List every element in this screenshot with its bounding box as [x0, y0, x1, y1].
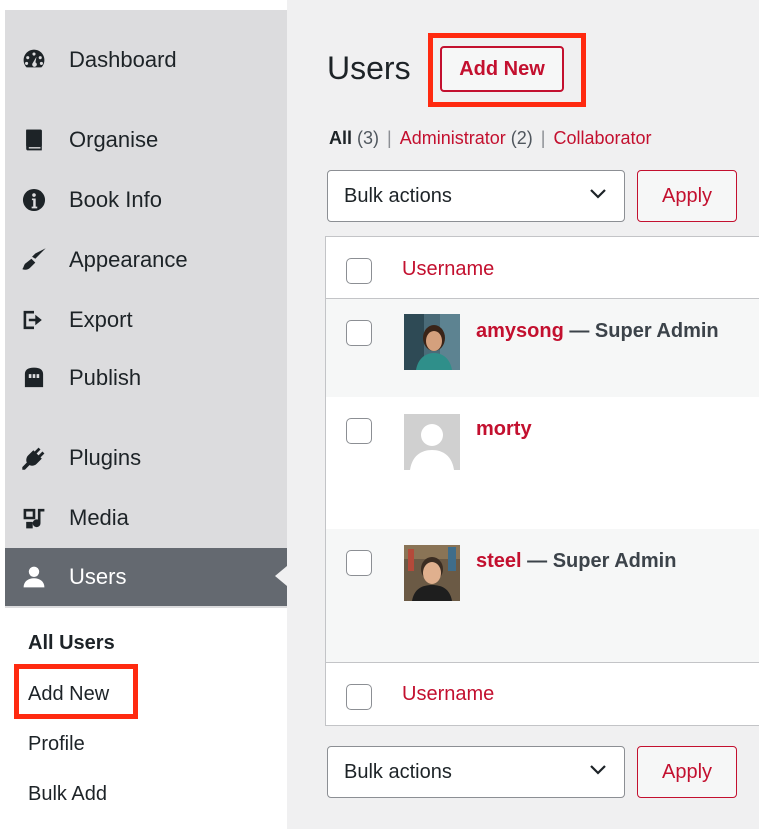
chevron-down-icon: [590, 765, 606, 775]
bulk-actions-label: Bulk actions: [344, 760, 452, 783]
user-role-text: — Super Admin: [563, 320, 719, 342]
submenu-item-bulk-add[interactable]: Bulk Add: [28, 783, 107, 806]
sidebar-item-label: Organise: [69, 127, 159, 152]
row-checkbox[interactable]: [346, 550, 372, 576]
row-checkbox[interactable]: [346, 320, 372, 346]
apply-button-bottom[interactable]: Apply: [637, 746, 737, 798]
add-new-button[interactable]: Add New: [440, 46, 564, 92]
username-text: amysong: [476, 320, 564, 342]
table-header-row: Username: [326, 237, 759, 299]
sidebar-item-plugins[interactable]: Plugins: [5, 430, 287, 486]
table-footer-row: Username: [326, 663, 759, 727]
filter-separator: |: [540, 128, 546, 148]
filter-all[interactable]: All: [329, 128, 352, 148]
user-role-text: — Super Admin: [521, 550, 677, 572]
sidebar-item-label: Dashboard: [69, 47, 177, 72]
sidebar-item-organise[interactable]: Organise: [5, 112, 287, 168]
media-icon: [20, 504, 48, 532]
chevron-down-icon: [590, 189, 606, 199]
sidebar-item-publish[interactable]: Publish: [5, 350, 287, 406]
sidebar-item-label: Publish: [69, 365, 142, 390]
table-row: morty: [326, 397, 759, 529]
dashboard-icon: [20, 46, 48, 74]
sidebar-item-label: Users: [69, 564, 127, 589]
main-content: Users Add New All (3) | Administrator (2) |…: [287, 0, 759, 829]
filter-collaborator[interactable]: Collaborator: [553, 128, 651, 148]
filter-administrator-count: (2): [510, 128, 533, 148]
bulk-actions-select-bottom[interactable]: Bulk actions: [327, 746, 625, 798]
plugin-icon: [20, 444, 48, 472]
select-all-checkbox-footer[interactable]: [346, 684, 372, 710]
bulk-actions-select-top[interactable]: Bulk actions: [327, 170, 625, 222]
sidebar-item-label: Plugins: [69, 445, 142, 470]
user-role-filters: All (3) | Administrator (2) | Collaborator: [329, 128, 652, 149]
bulk-actions-label: Bulk actions: [344, 184, 452, 207]
filter-separator: |: [387, 128, 392, 148]
avatar: [404, 545, 460, 601]
sidebar-item-label: Book Info: [69, 187, 162, 212]
sidebar-item-export[interactable]: Export: [5, 292, 287, 348]
sidebar-item-appearance[interactable]: Appearance: [5, 232, 287, 288]
book-icon: [20, 126, 48, 154]
filter-all-count: (3): [357, 128, 380, 148]
sidebar-item-book-info[interactable]: Book Info: [5, 172, 287, 228]
column-username-header[interactable]: Username: [402, 258, 494, 281]
submenu-item-add-new[interactable]: Add New: [28, 683, 109, 706]
sidebar-item-dashboard[interactable]: Dashboard: [5, 32, 287, 88]
info-icon: [20, 186, 48, 214]
username-link[interactable]: morty: [476, 418, 532, 441]
username-text: morty: [476, 418, 532, 440]
username-text: steel: [476, 550, 522, 572]
table-row: steel — Super Admin: [326, 529, 759, 663]
users-table: Username amysong — Super Admin morty ste…: [325, 236, 759, 726]
page-title: Users: [327, 50, 411, 86]
apply-button-top[interactable]: Apply: [637, 170, 737, 222]
user-icon: [20, 563, 48, 591]
avatar: [404, 314, 460, 370]
active-indicator-arrow: [275, 566, 287, 586]
submenu-item-all-users[interactable]: All Users: [28, 632, 115, 655]
submenu-item-profile[interactable]: Profile: [28, 733, 85, 756]
admin-sidebar: Dashboard Organise Book Info Appearance …: [5, 10, 287, 610]
filter-administrator[interactable]: Administrator: [400, 128, 506, 148]
column-username-footer[interactable]: Username: [402, 683, 494, 706]
select-all-checkbox[interactable]: [346, 258, 372, 284]
sidebar-item-users[interactable]: Users: [5, 548, 287, 606]
store-icon: [20, 364, 48, 392]
export-icon: [20, 306, 48, 334]
row-checkbox[interactable]: [346, 418, 372, 444]
avatar: [404, 414, 460, 470]
sidebar-item-label: Media: [69, 505, 129, 530]
paintbrush-icon: [20, 246, 48, 274]
sidebar-item-media[interactable]: Media: [5, 490, 287, 546]
username-link[interactable]: amysong — Super Admin: [476, 320, 719, 343]
sidebar-item-label: Appearance: [69, 247, 188, 272]
username-link[interactable]: steel — Super Admin: [476, 550, 676, 573]
table-row: amysong — Super Admin: [326, 299, 759, 397]
sidebar-item-label: Export: [69, 307, 133, 332]
